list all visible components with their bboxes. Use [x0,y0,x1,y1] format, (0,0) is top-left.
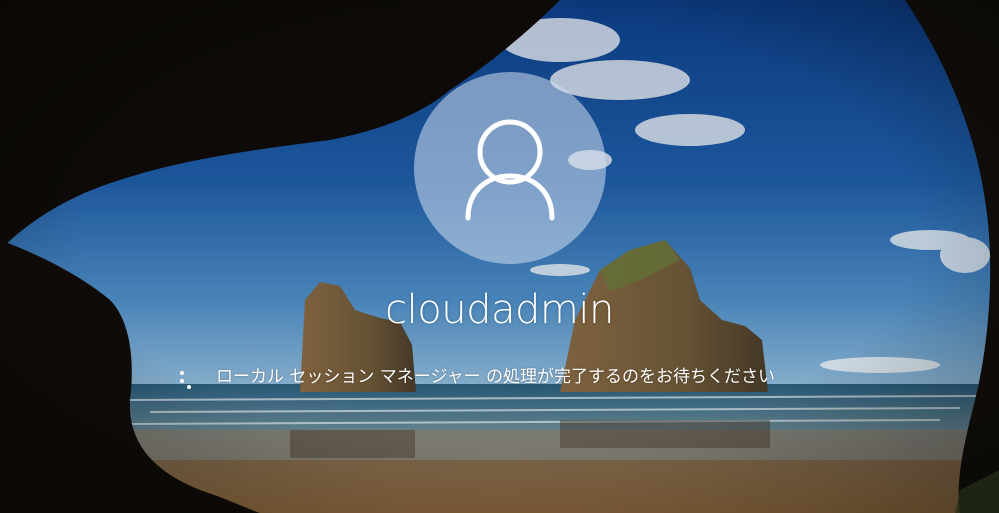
username-label: cloudadmin [385,287,614,333]
user-silhouette-icon [465,119,555,221]
user-avatar [414,72,606,264]
loading-spinner-icon [172,365,196,389]
status-message: ローカル セッション マネージャー の処理が完了するのをお待ちください [216,367,776,387]
status-row: ローカル セッション マネージャー の処理が完了するのをお待ちください [172,362,775,392]
lock-screen: cloudadmin ローカル セッション マネージャー の処理が完了するのをお… [0,0,999,513]
